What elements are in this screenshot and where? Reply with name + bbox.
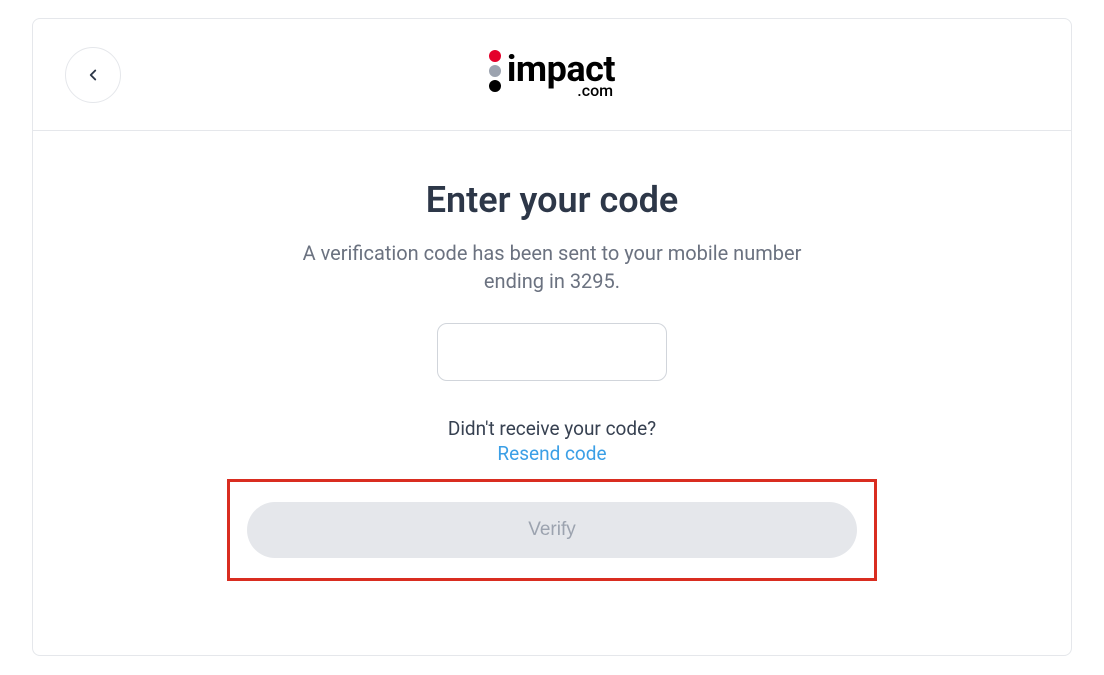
page-title: Enter your code [33,179,1071,221]
impact-logo: impact .com [489,51,615,99]
verification-card: impact .com Enter your code A verificati… [32,18,1072,656]
back-button[interactable] [65,47,121,103]
card-header: impact .com [33,19,1071,131]
page-subtitle: A verification code has been sent to you… [272,239,832,295]
verify-highlight-box: Verify [227,479,877,581]
verify-button[interactable]: Verify [247,502,857,558]
chevron-left-icon [84,66,102,84]
resend-code-link[interactable]: Resend code [497,442,606,465]
logo-dots-icon [489,50,501,92]
logo-text: impact .com [507,51,615,99]
logo-sub-text: .com [577,83,613,99]
verification-code-input[interactable] [437,323,667,381]
didnt-receive-text: Didn't receive your code? [33,417,1071,440]
card-content: Enter your code A verification code has … [33,131,1071,581]
